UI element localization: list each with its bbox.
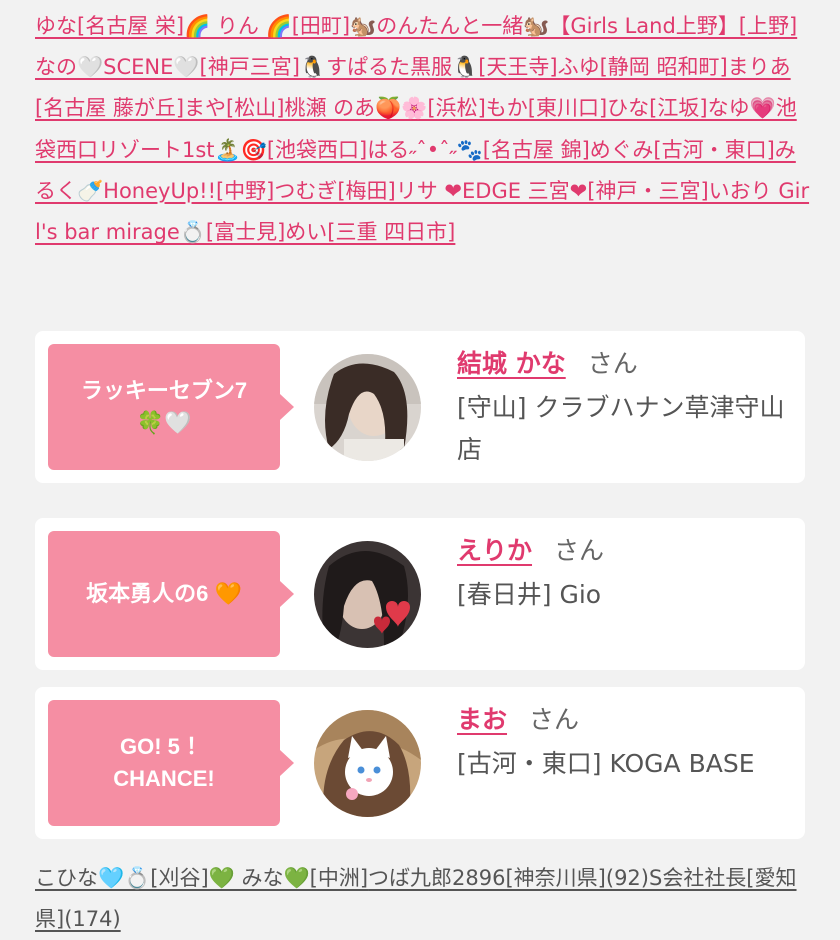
cast-name-link[interactable]: 結城 かな: [457, 349, 566, 378]
shop-name: [守山] クラブハナン草津守山店: [457, 393, 785, 464]
ranking-card[interactable]: GO! 5 ！ CHANCE! まお さん [古河・東口] KOGA BASE: [35, 687, 805, 839]
shop-name: [古河・東口] KOGA BASE: [457, 749, 755, 778]
ranking-card[interactable]: ラッキーセブン7 🍀🤍 結城 かな さん [守山] クラブハナン草津守山店: [35, 331, 805, 483]
ranking-link-list: ゆな[名古屋 栄]🌈 りん 🌈[田町]🐿️のんたんと一緒🐿️【Girls Lan…: [35, 6, 810, 253]
avatar[interactable]: [314, 541, 421, 648]
cast-name-link[interactable]: えりか: [457, 536, 532, 565]
avatar-photo-icon: [314, 541, 421, 648]
ranking-links-text[interactable]: ゆな[名古屋 栄]🌈 りん 🌈[田町]🐿️のんたんと一緒🐿️【Girls Lan…: [35, 14, 809, 244]
cast-links-text[interactable]: こひな🩵💍[刈谷]💚 みな💚[中洲]: [35, 866, 368, 890]
ranking-card[interactable]: 坂本勇人の6 🧡 えりか さん [春日井] Gio: [35, 518, 805, 670]
badge-subtitle: CHANCE!: [113, 766, 215, 791]
badge-title: ラッキーセブン7: [80, 378, 248, 404]
avatar-photo-icon: [314, 354, 421, 461]
shop-name: [春日井] Gio: [457, 580, 602, 609]
rank-badge: ラッキーセブン7 🍀🤍: [48, 344, 294, 470]
cast-info: えりか さん [春日井] Gio: [457, 530, 791, 616]
avatar[interactable]: [314, 710, 421, 817]
cast-info: 結城 かな さん [守山] クラブハナン草津守山店: [457, 343, 791, 471]
honorific: さん: [554, 536, 605, 565]
badge-title: GO! 5 ！: [119, 734, 208, 760]
avatar[interactable]: [314, 354, 421, 461]
rank-badge: GO! 5 ！ CHANCE!: [48, 700, 294, 826]
avatar-photo-icon: [314, 710, 421, 817]
cast-info: まお さん [古河・東口] KOGA BASE: [457, 699, 791, 785]
user-link-list: こひな🩵💍[刈谷]💚 みな💚[中洲]つば九郎2896[神奈川県](92)S会社社…: [35, 858, 805, 940]
badge-title: 坂本勇人の6 🧡: [86, 581, 242, 607]
honorific: さん: [587, 349, 638, 378]
badge-subtitle: 🍀🤍: [136, 410, 192, 435]
honorific: さん: [529, 705, 580, 734]
rank-badge: 坂本勇人の6 🧡: [48, 531, 294, 657]
cast-name-link[interactable]: まお: [457, 705, 507, 734]
